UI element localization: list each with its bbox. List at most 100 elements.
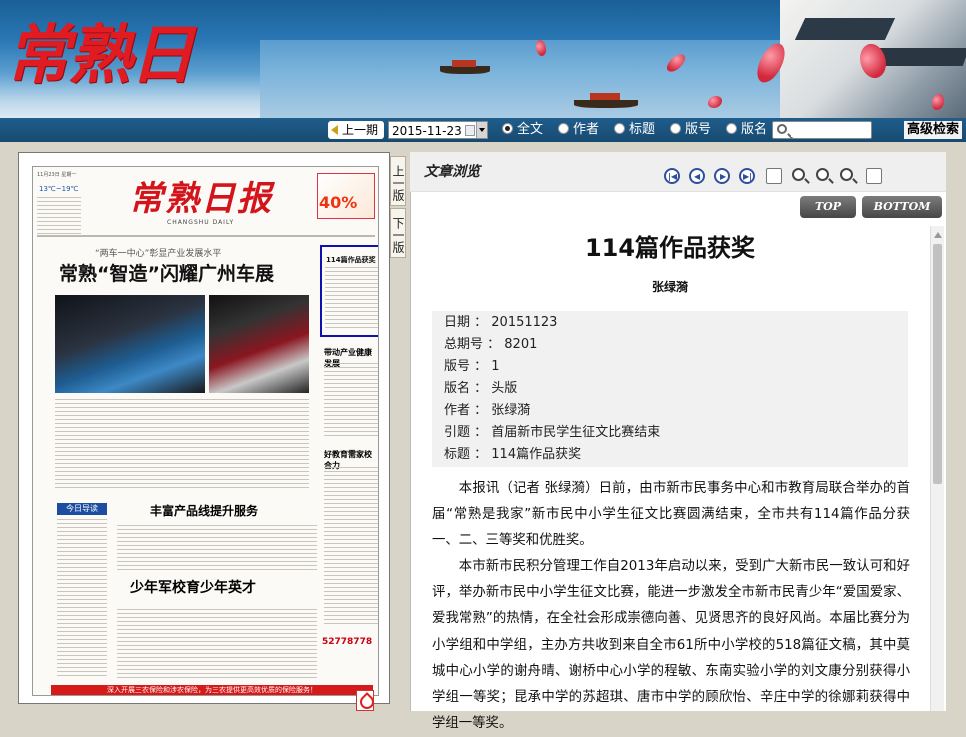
thumb-masthead: 常熟日报 (129, 179, 273, 219)
search-mode-page-number[interactable]: 版号 (670, 122, 711, 138)
prev-issue-button[interactable]: 上一期 (328, 121, 384, 139)
article-body: 本报讯（记者 张绿漪）日前，由市新市民事务中心和市教育局联合举办的首届“常熟是我… (432, 476, 910, 737)
thumb-photo-car-2 (209, 295, 309, 393)
article-author: 张绿漪 (651, 280, 688, 294)
meta-value: 首届新市民学生征文比赛结束 (491, 425, 661, 440)
thumb-rule (37, 235, 375, 237)
header-banner: 常熟日报 (0, 0, 966, 118)
meta-page-name: 版名 ： 头版 (444, 378, 517, 400)
search-input-box[interactable] (772, 121, 872, 139)
banner-boat-cabin (452, 60, 476, 67)
meta-value: 头版 (491, 381, 518, 396)
thumb-phone-number: 52778778 (322, 637, 373, 647)
prev-page-button[interactable]: 上一版 (390, 156, 406, 206)
scroll-top-label: TOP (814, 200, 842, 213)
article-scrollbar[interactable] (930, 226, 944, 711)
radio-button[interactable] (558, 123, 569, 134)
meta-lead: 引题 ： 首届新市民学生征文比赛结束 (444, 422, 660, 444)
zoom-reset-icon[interactable] (816, 168, 829, 181)
search-mode-label: 全文 (517, 122, 544, 137)
search-input[interactable] (791, 123, 871, 137)
meta-value: 8201 (504, 337, 538, 352)
banner-boat (440, 66, 490, 74)
thumb-text-block (55, 399, 309, 491)
meta-label: 标题 (444, 447, 471, 462)
search-mode-label: 版名 (741, 122, 768, 137)
meta-author: 作者 ： 张绿漪 (444, 400, 530, 422)
article-view-title: 文章浏览 (424, 164, 480, 180)
article-paragraph: 本报讯（记者 张绿漪）日前，由市新市民事务中心和市教育局联合举办的首届“常熟是我… (432, 481, 910, 549)
zoom-in-icon[interactable] (792, 168, 805, 181)
calendar-icon[interactable] (465, 125, 475, 136)
meta-label: 日期 (444, 315, 471, 330)
meta-label: 总期号 (444, 337, 484, 352)
search-mode-page-name[interactable]: 版名 (726, 122, 767, 138)
banner-roof (794, 18, 896, 40)
article-metadata: 日期 ： 20151123 总期号 ： 8201 版号 ： 1 版名 ： 头版 … (432, 311, 908, 467)
thumb-today-guide: 今日导读 (57, 503, 107, 515)
scroll-up-arrow[interactable] (934, 232, 942, 238)
search-mode-label: 作者 (573, 122, 600, 137)
scrollbar-thumb[interactable] (933, 244, 942, 484)
meta-title: 标题 ： 114篇作品获奖 (444, 444, 581, 466)
meta-label: 版名 (444, 381, 471, 396)
radio-button[interactable] (614, 123, 625, 134)
article-paragraph: 本市新市民积分管理工作自2013年启动以来，受到广大新市民一致认可和好评，举办新… (432, 559, 910, 731)
chevron-down-icon[interactable] (476, 122, 487, 138)
newspaper-logo[interactable]: 常熟日报 (6, 6, 236, 106)
scroll-bottom-label: BOTTOM (873, 200, 931, 213)
copy-icon[interactable] (866, 168, 882, 184)
prev-issue-label: 上一期 (342, 123, 379, 137)
prev-page-icon[interactable]: ◀ (689, 168, 705, 184)
thumb-text-block (117, 525, 317, 571)
search-mode-fulltext[interactable]: 全文 (502, 122, 543, 138)
thumb-ad-number: 40% (319, 193, 358, 212)
radio-button[interactable] (670, 123, 681, 134)
thumb-date-line: 11月23日 星期一 (37, 172, 77, 178)
article-view-header: 文章浏览 |◀ ◀ ▶ ▶| (410, 152, 946, 192)
radio-button[interactable] (502, 123, 513, 134)
meta-label: 版号 (444, 359, 471, 374)
search-mode-title[interactable]: 标题 (614, 122, 655, 138)
thumb-weather: 13℃~19℃ (39, 185, 79, 193)
thumb-kicker: “两车一中心”彰显产业发展水平 (95, 249, 222, 259)
meta-page-number: 版号 ： 1 (444, 356, 500, 378)
scroll-bottom-button[interactable]: BOTTOM (862, 196, 942, 218)
date-picker[interactable]: 2015-11-23 (388, 121, 488, 139)
advanced-search-link[interactable]: 高级检索 (904, 121, 963, 139)
radio-button[interactable] (726, 123, 737, 134)
meta-value: 114篇作品获奖 (491, 447, 582, 462)
search-mode-author[interactable]: 作者 (558, 122, 599, 138)
last-page-icon[interactable]: ▶| (739, 168, 755, 184)
meta-value: 1 (491, 359, 500, 374)
banner-boat (574, 100, 638, 108)
meta-value: 20151123 (491, 315, 558, 330)
thumb-subhead-2[interactable]: 少年军校育少年英才 (130, 577, 256, 597)
thumb-headline[interactable]: 常熟“智造”闪耀广州车展 (59, 259, 274, 286)
pdf-icon[interactable] (356, 690, 374, 711)
thumb-text-block (325, 267, 378, 331)
thumb-masthead-sub: CHANGSHU DAILY (167, 219, 235, 226)
search-icon (777, 124, 787, 134)
thumb-selected-article-title: 114篇作品获奖 (326, 256, 376, 264)
thumb-footer-banner: 深入开展三农保险和涉农保险，为三农提供更高效优质的保险服务！ (51, 685, 373, 695)
meta-label: 引题 (444, 425, 471, 440)
next-page-icon[interactable]: ▶ (714, 168, 730, 184)
zoom-out-icon[interactable] (840, 168, 853, 181)
thumb-text-block (37, 197, 81, 235)
scroll-top-button[interactable]: TOP (800, 196, 856, 218)
thumb-text-block (57, 519, 107, 679)
meta-date: 日期 ： 20151123 (444, 312, 557, 334)
arrow-left-icon (331, 125, 338, 135)
meta-value: 张绿漪 (491, 403, 531, 418)
meta-label: 作者 (444, 403, 471, 418)
first-page-icon[interactable]: |◀ (664, 168, 680, 184)
newspaper-page-thumbnail[interactable]: 11月23日 星期一 13℃~19℃ 常熟日报 CHANGSHU DAILY 4… (32, 166, 379, 696)
next-page-button[interactable]: 下一版 (390, 208, 406, 258)
thumb-subhead-1[interactable]: 丰富产品线提升服务 (150, 502, 258, 519)
thumb-photo-car-1 (55, 295, 205, 393)
banner-boat-cabin (590, 93, 620, 100)
text-view-icon[interactable] (766, 168, 782, 184)
meta-issue: 总期号 ： 8201 (444, 334, 537, 356)
search-mode-label: 标题 (629, 122, 656, 137)
